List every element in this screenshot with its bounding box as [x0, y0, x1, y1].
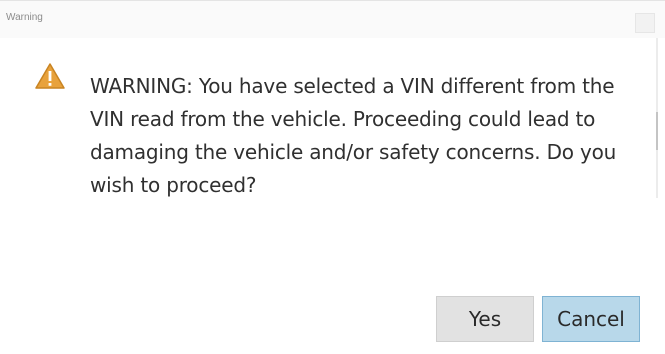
scroll-thumb: [656, 112, 658, 150]
yes-button[interactable]: Yes: [436, 296, 534, 342]
warning-dialog: Warning WARNING: You have selected a VIN…: [0, 0, 665, 354]
close-button[interactable]: [635, 13, 655, 33]
cancel-button[interactable]: Cancel: [542, 296, 640, 342]
warning-triangle-icon: [35, 63, 65, 89]
warning-message: WARNING: You have selected a VIN differe…: [90, 74, 617, 197]
title-bar[interactable]: Warning: [0, 0, 665, 38]
window-title: Warning: [6, 12, 43, 23]
